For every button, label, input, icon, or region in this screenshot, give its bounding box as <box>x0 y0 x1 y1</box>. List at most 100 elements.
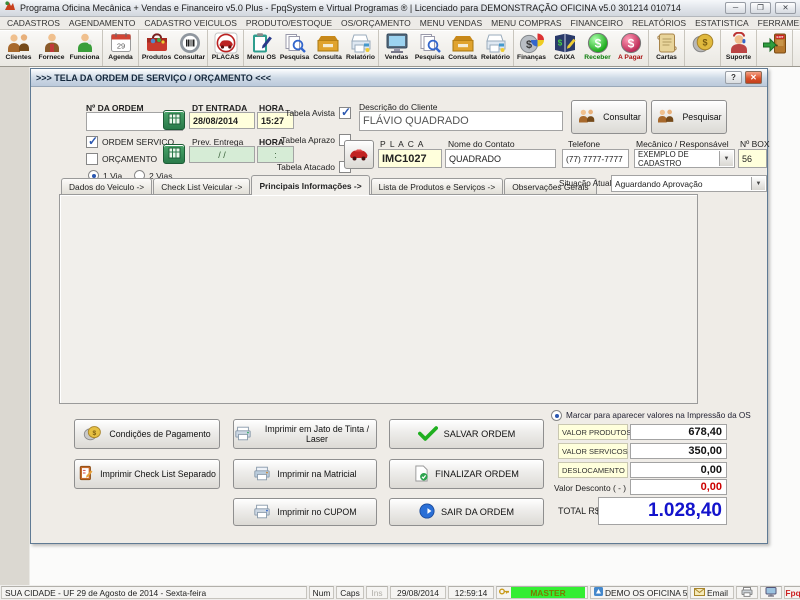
valor-desconto-value[interactable]: 0,00 <box>630 479 727 495</box>
status-location: SUA CIDADE - UF 29 de Agosto de 2014 - S… <box>1 586 307 599</box>
toolbar-suporte-button[interactable]: Suporte <box>722 30 755 66</box>
chevron-down-icon[interactable]: ▼ <box>719 151 733 166</box>
imprimir-jato-button[interactable]: Imprimir em Jato de Tinta / Laser <box>233 419 377 449</box>
archive-icon <box>450 32 476 54</box>
tabela-atacado-checkbox[interactable]: Tabela Atacado <box>275 161 351 173</box>
toolbar-consultar-button[interactable]: Consultar <box>173 30 206 66</box>
menu-bar: CADASTROS AGENDAMENTO CADASTRO VEICULOS … <box>0 17 800 30</box>
printer-icon <box>234 426 252 443</box>
prev-entrega-field[interactable]: / / <box>189 146 255 163</box>
toolbar-vendas-consulta-button[interactable]: Consulta <box>446 30 479 66</box>
total-label: TOTAL R$ <box>558 506 600 516</box>
toolbar-vendas-relatorio-button[interactable]: Relatório <box>479 30 512 66</box>
tab-lista-produtos-servicos[interactable]: Lista de Produtos e Serviços -> <box>371 178 504 195</box>
menu-ferramentas[interactable]: FERRAMENTAS <box>758 18 800 28</box>
status-printer[interactable] <box>736 586 758 599</box>
checkbox-checked-icon <box>86 136 98 148</box>
toolbar-vendas-button[interactable]: Vendas <box>380 30 413 66</box>
imprimir-cupom-button[interactable]: Imprimir no CUPOM <box>233 498 377 526</box>
consultar-cliente-button[interactable]: Consultar <box>571 100 647 134</box>
imprimir-matricial-button[interactable]: Imprimir na Matricial <box>233 459 377 489</box>
toolbar-group-vendas: Vendas Pesquisa Consulta Relatório <box>379 30 514 66</box>
marcar-valores-radio[interactable]: Marcar para aparecer valores na Impressã… <box>551 410 751 421</box>
menu-os-orcamento[interactable]: OS/ORÇAMENTO <box>341 18 411 28</box>
ordem-servico-checkbox[interactable]: ORDEM SERVIÇO <box>86 136 174 148</box>
menu-compras[interactable]: MENU COMPRAS <box>491 18 561 28</box>
contato-field[interactable]: QUADRADO <box>445 149 556 168</box>
os-window-titlebar[interactable]: >>> TELA DA ORDEM DE SERVIÇO / ORÇAMENTO… <box>31 69 767 87</box>
menu-vendas[interactable]: MENU VENDAS <box>420 18 482 28</box>
menu-agendamento[interactable]: AGENDAMENTO <box>69 18 135 28</box>
orcamento-checkbox[interactable]: ORÇAMENTO <box>86 153 157 165</box>
tab-principais-informacoes[interactable]: Principais Informações -> <box>251 175 369 195</box>
toolbar-fornecedores-button[interactable]: Fornece <box>35 30 68 66</box>
close-icon[interactable]: ✕ <box>775 2 796 14</box>
telefone-field[interactable]: (77) 7777-7777 <box>562 149 629 168</box>
situacao-select[interactable]: Aguardando Aprovação ▼ <box>611 175 767 192</box>
toolbar-os-consulta-button[interactable]: Consulta <box>311 30 344 66</box>
tab-dados-veiculo[interactable]: Dados do Veiculo -> <box>61 178 152 195</box>
tabela-aprazo-checkbox[interactable]: Tabela Aprazo <box>275 134 351 146</box>
box-field[interactable]: 56 <box>738 149 767 168</box>
entrega-calendar-button[interactable] <box>163 144 185 164</box>
menu-cadastros[interactable]: CADASTROS <box>7 18 60 28</box>
entrada-calendar-button[interactable] <box>163 110 185 130</box>
placa-car-button[interactable] <box>344 140 374 169</box>
mecanico-select[interactable]: EXEMPLO DE CADASTRO ▼ <box>634 149 735 168</box>
placa-field[interactable]: IMC1027 <box>378 149 442 168</box>
toolbar-a-pagar-button[interactable]: $ A Pagar <box>614 30 647 66</box>
toolbar-agenda-button[interactable]: 29 Agenda <box>104 30 137 66</box>
menu-produto-estoque[interactable]: PRODUTO/ESTOQUE <box>246 18 332 28</box>
condicoes-pagamento-button[interactable]: $ Condições de Pagamento <box>74 419 220 449</box>
toolbar-financas-button[interactable]: $ Finanças <box>515 30 548 66</box>
key-icon <box>499 587 509 598</box>
cashbook-icon: $ <box>552 32 578 54</box>
calendar-icon <box>168 147 181 161</box>
employees-icon <box>72 32 98 54</box>
exit-icon: EXIT <box>762 32 788 54</box>
toolbar-caixa-button[interactable]: $ CAIXA <box>548 30 581 66</box>
toolbar-group-os: Menu OS Pesquisa Consulta Relatório <box>244 30 379 66</box>
sair-ordem-button[interactable]: SAIR DA ORDEM <box>389 498 544 526</box>
menu-relatorios[interactable]: RELATÓRIOS <box>632 18 686 28</box>
toolbar-placas-button[interactable]: PLACAS <box>209 30 242 66</box>
dt-entrada-field[interactable]: 28/08/2014 <box>189 112 255 129</box>
status-user: MASTER <box>496 586 588 599</box>
minimize-icon[interactable]: ─ <box>725 2 746 14</box>
toolbar-os-relatorio-button[interactable]: Relatório <box>344 30 377 66</box>
search-docs-icon <box>282 32 308 54</box>
help-icon[interactable]: ? <box>725 71 742 84</box>
receive-icon: $ <box>585 32 611 54</box>
toolbar-group-agenda: 29 Agenda <box>103 30 139 66</box>
toolbar-clientes-button[interactable]: Clientes <box>2 30 35 66</box>
deslocamento-value[interactable]: 0,00 <box>630 462 727 478</box>
toolbar-moedas-button[interactable]: $ <box>686 30 719 66</box>
status-network[interactable] <box>760 586 782 599</box>
toolbar-group-cadastros: Clientes Fornece Funciona <box>1 30 103 66</box>
imprimir-checklist-button[interactable]: Imprimir Check List Separado <box>74 459 220 489</box>
tabela-avista-checkbox[interactable]: Tabela Avista <box>275 107 351 119</box>
toolbar-sair-button[interactable]: EXIT <box>758 30 791 66</box>
toolbar-cartas-button[interactable]: Cartas <box>650 30 683 66</box>
cliente-field[interactable]: FLÁVIO QUADRADO <box>359 111 563 131</box>
toolbar-receber-button[interactable]: $ Receber <box>581 30 614 66</box>
pesquisar-cliente-button[interactable]: Pesquisar <box>651 100 727 134</box>
toolbar-menu-os-button[interactable]: Menu OS <box>245 30 278 66</box>
tab-checklist-veicular[interactable]: Check List Veicular -> <box>153 178 250 195</box>
menu-financeiro[interactable]: FINANCEIRO <box>571 18 623 28</box>
toolbar-funcionarios-button[interactable]: Funciona <box>68 30 101 66</box>
valor-servicos-value[interactable]: 350,00 <box>630 443 727 459</box>
valor-produtos-value[interactable]: 678,40 <box>630 424 727 440</box>
chevron-down-icon[interactable]: ▼ <box>751 177 765 190</box>
close-icon[interactable]: ✕ <box>745 71 762 84</box>
status-email[interactable]: Email <box>690 586 734 599</box>
toolbar-vendas-pesquisa-button[interactable]: Pesquisa <box>413 30 446 66</box>
toolbar-produtos-button[interactable]: Produtos <box>140 30 173 66</box>
salvar-ordem-button[interactable]: SALVAR ORDEM <box>389 419 544 449</box>
menu-cadastro-veiculos[interactable]: CADASTRO VEICULOS <box>144 18 237 28</box>
finalizar-ordem-button[interactable]: FINALIZAR ORDEM <box>389 459 544 489</box>
restore-icon[interactable]: ❐ <box>750 2 771 14</box>
toolbar-group-moedas: $ <box>685 30 721 66</box>
menu-estatistica[interactable]: ESTATISTICA <box>695 18 749 28</box>
toolbar-os-pesquisa-button[interactable]: Pesquisa <box>278 30 311 66</box>
